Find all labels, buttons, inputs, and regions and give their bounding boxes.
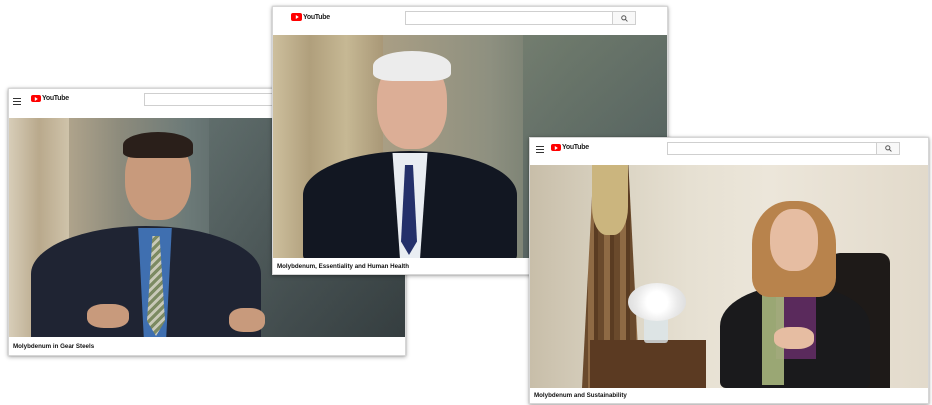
speaker-head: [770, 209, 818, 271]
search-button[interactable]: [876, 142, 900, 155]
video-title[interactable]: Molybdenum in Gear Steels: [9, 341, 405, 353]
hamburger-menu-icon[interactable]: [13, 98, 21, 107]
youtube-play-logo-icon: [551, 144, 561, 151]
speaker-hand-right: [229, 308, 265, 332]
youtube-logo[interactable]: YouTube: [551, 144, 589, 151]
youtube-window-sustainability: YouTube Molybdenum and Sustainability: [529, 137, 929, 404]
youtube-logo-text: YouTube: [562, 144, 589, 151]
search-button[interactable]: [612, 11, 636, 25]
search-icon: [884, 145, 892, 152]
search-input[interactable]: [667, 142, 877, 155]
youtube-play-logo-icon: [31, 95, 41, 102]
youtube-logo-text: YouTube: [303, 13, 330, 21]
flower-bouquet: [628, 283, 686, 321]
search-input[interactable]: [405, 11, 613, 25]
youtube-play-logo-icon: [291, 13, 302, 21]
speaker-hair: [373, 51, 451, 81]
speaker-hands: [774, 327, 814, 349]
video-title[interactable]: Molybdenum and Sustainability: [530, 390, 928, 402]
speaker-hand-left: [87, 304, 129, 328]
youtube-header: YouTube: [273, 7, 667, 35]
hamburger-menu-icon[interactable]: [536, 146, 544, 155]
youtube-logo-text: YouTube: [42, 95, 69, 102]
video-player[interactable]: [530, 165, 928, 388]
side-table: [590, 340, 706, 388]
youtube-header: YouTube: [530, 138, 928, 165]
youtube-logo[interactable]: YouTube: [31, 95, 69, 102]
curtain-tassel: [592, 165, 628, 235]
search-icon: [620, 14, 628, 22]
youtube-logo[interactable]: YouTube: [291, 13, 330, 21]
speaker-hair: [123, 132, 193, 158]
